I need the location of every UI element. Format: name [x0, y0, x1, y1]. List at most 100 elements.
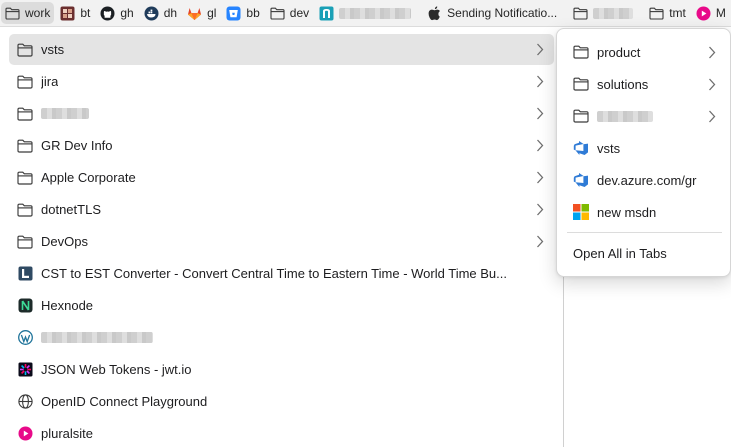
- chevron-right-icon: [537, 75, 544, 88]
- bitbucket-icon: [226, 6, 241, 21]
- folder-icon: [572, 44, 589, 61]
- submenu-item-label-redacted: [597, 110, 653, 122]
- bookmark-m[interactable]: M: [692, 2, 730, 24]
- menu-item-label: dotnetTLS: [41, 202, 101, 217]
- menu-item-jwt[interactable]: JSON Web Tokens - jwt.io: [9, 354, 554, 385]
- bookmarks-folder-menu: vsts jira GR Dev Info Apple Corporate do…: [0, 28, 564, 447]
- submenu-item-redacted-folder[interactable]: [563, 101, 724, 131]
- bookmark-label-redacted: [593, 7, 634, 19]
- folder-icon: [17, 138, 33, 154]
- azure-devops-icon: [572, 172, 589, 189]
- bookmark-label: M: [715, 6, 726, 20]
- bookmark-label: Sending Notificatio...: [447, 6, 558, 20]
- github-icon: [100, 6, 115, 21]
- bookmark-label: tmt: [669, 6, 686, 20]
- bookmark-label: gh: [120, 6, 134, 20]
- chevron-right-icon: [537, 171, 544, 184]
- bookmark-bb[interactable]: bb: [222, 2, 263, 24]
- apple-icon: [427, 5, 442, 21]
- bookmark-work[interactable]: work: [1, 2, 55, 24]
- menu-item-vsts[interactable]: vsts: [9, 34, 554, 65]
- submenu-item-vsts[interactable]: vsts: [563, 133, 724, 163]
- submenu-item-label: vsts: [597, 140, 621, 156]
- submenu-item-label: dev.azure.com/gr: [597, 172, 697, 188]
- menu-item-cst-to-est[interactable]: CST to EST Converter - Convert Central T…: [9, 258, 554, 289]
- menu-item-label: JSON Web Tokens - jwt.io: [41, 362, 192, 377]
- bookmarks-bar: work bt gh dh gl bb dev Sending Notifica…: [0, 0, 731, 27]
- chevron-right-icon: [537, 107, 544, 120]
- microsoft-icon: [572, 204, 589, 221]
- folder-icon: [5, 6, 20, 21]
- bookmark-blurred-folder[interactable]: [569, 2, 637, 24]
- menu-item-label: Apple Corporate: [41, 170, 136, 185]
- bookmark-gl[interactable]: gl: [183, 2, 220, 24]
- menu-item-label-redacted: [41, 332, 153, 343]
- chevron-right-icon: [537, 235, 544, 248]
- menu-item-gr-dev-info[interactable]: GR Dev Info: [9, 130, 554, 161]
- folder-icon: [17, 74, 33, 90]
- folder-icon: [573, 6, 588, 21]
- menu-item-redacted-wordpress[interactable]: [9, 322, 554, 353]
- menu-item-label: pluralsite: [41, 426, 94, 441]
- wordpress-icon: [17, 330, 33, 346]
- pluralsight-icon: [17, 426, 33, 442]
- folder-icon: [17, 42, 33, 58]
- menu-item-dotnettls[interactable]: dotnetTLS: [9, 194, 554, 225]
- chevron-right-icon: [709, 78, 716, 91]
- docker-hub-icon: [144, 6, 159, 21]
- menu-item-label: Hexnode: [41, 298, 94, 313]
- bookmark-label: dev: [289, 6, 310, 20]
- bookmark-gh[interactable]: gh: [96, 2, 137, 24]
- bookmark-label-redacted: [339, 7, 412, 19]
- bookmark-label: bb: [246, 6, 260, 20]
- bookmark-label: dh: [163, 6, 178, 20]
- open-all-in-tabs[interactable]: Open All in Tabs: [563, 238, 724, 268]
- bookmark-dh[interactable]: dh: [140, 2, 181, 24]
- submenu-item-label: product: [597, 44, 641, 60]
- menu-item-apple-corporate[interactable]: Apple Corporate: [9, 162, 554, 193]
- submenu-item-product[interactable]: product: [563, 37, 724, 67]
- folder-icon: [17, 106, 33, 122]
- folder-icon: [17, 234, 33, 250]
- chevron-right-icon: [537, 43, 544, 56]
- bt-icon: [60, 6, 75, 21]
- folder-icon: [17, 170, 33, 186]
- menu-item-jira[interactable]: jira: [9, 66, 554, 97]
- bookmark-blurred-site[interactable]: [315, 2, 415, 24]
- menu-item-label: CST to EST Converter - Convert Central T…: [41, 266, 507, 281]
- submenu-item-label: solutions: [597, 76, 649, 92]
- menu-item-label: DevOps: [41, 234, 88, 249]
- menu-item-hexnode[interactable]: Hexnode: [9, 290, 554, 321]
- globe-icon: [17, 394, 33, 410]
- bookmark-dev[interactable]: dev: [266, 2, 313, 24]
- menu-item-openid-playground[interactable]: OpenID Connect Playground: [9, 386, 554, 417]
- chevron-right-icon: [537, 139, 544, 152]
- bookmark-label: bt: [80, 6, 91, 20]
- hexnode-icon: [17, 298, 33, 314]
- submenu-item-label: new msdn: [597, 204, 657, 220]
- jwt-icon: [17, 362, 33, 378]
- site-logo-icon: [319, 6, 334, 21]
- submenu-item-dev-azure[interactable]: dev.azure.com/gr: [563, 165, 724, 195]
- folder-icon: [270, 6, 285, 21]
- menu-item-pluralsite[interactable]: pluralsite: [9, 418, 554, 447]
- menu-item-label: GR Dev Info: [41, 138, 113, 153]
- menu-item-devops[interactable]: DevOps: [9, 226, 554, 257]
- submenu-item-solutions[interactable]: solutions: [563, 69, 724, 99]
- bookmark-bt[interactable]: bt: [56, 2, 94, 24]
- bookmark-sending-notifications[interactable]: Sending Notificatio...: [423, 2, 561, 24]
- menu-item-label: OpenID Connect Playground: [41, 394, 208, 409]
- submenu-item-new-msdn[interactable]: new msdn: [563, 197, 724, 227]
- vsts-submenu: product solutions vsts dev.azure.com/gr …: [556, 28, 731, 277]
- menu-item-redacted-folder[interactable]: [9, 98, 554, 129]
- chevron-right-icon: [709, 110, 716, 123]
- menu-item-label-redacted: [41, 108, 89, 119]
- bookmark-label: work: [25, 6, 51, 20]
- menu-item-label: vsts: [41, 42, 65, 57]
- azure-devops-icon: [572, 140, 589, 157]
- open-all-in-tabs-label: Open All in Tabs: [573, 245, 667, 261]
- folder-icon: [17, 202, 33, 218]
- gitlab-icon: [187, 6, 202, 21]
- chevron-right-icon: [709, 46, 716, 59]
- bookmark-tmt[interactable]: tmt: [645, 2, 690, 24]
